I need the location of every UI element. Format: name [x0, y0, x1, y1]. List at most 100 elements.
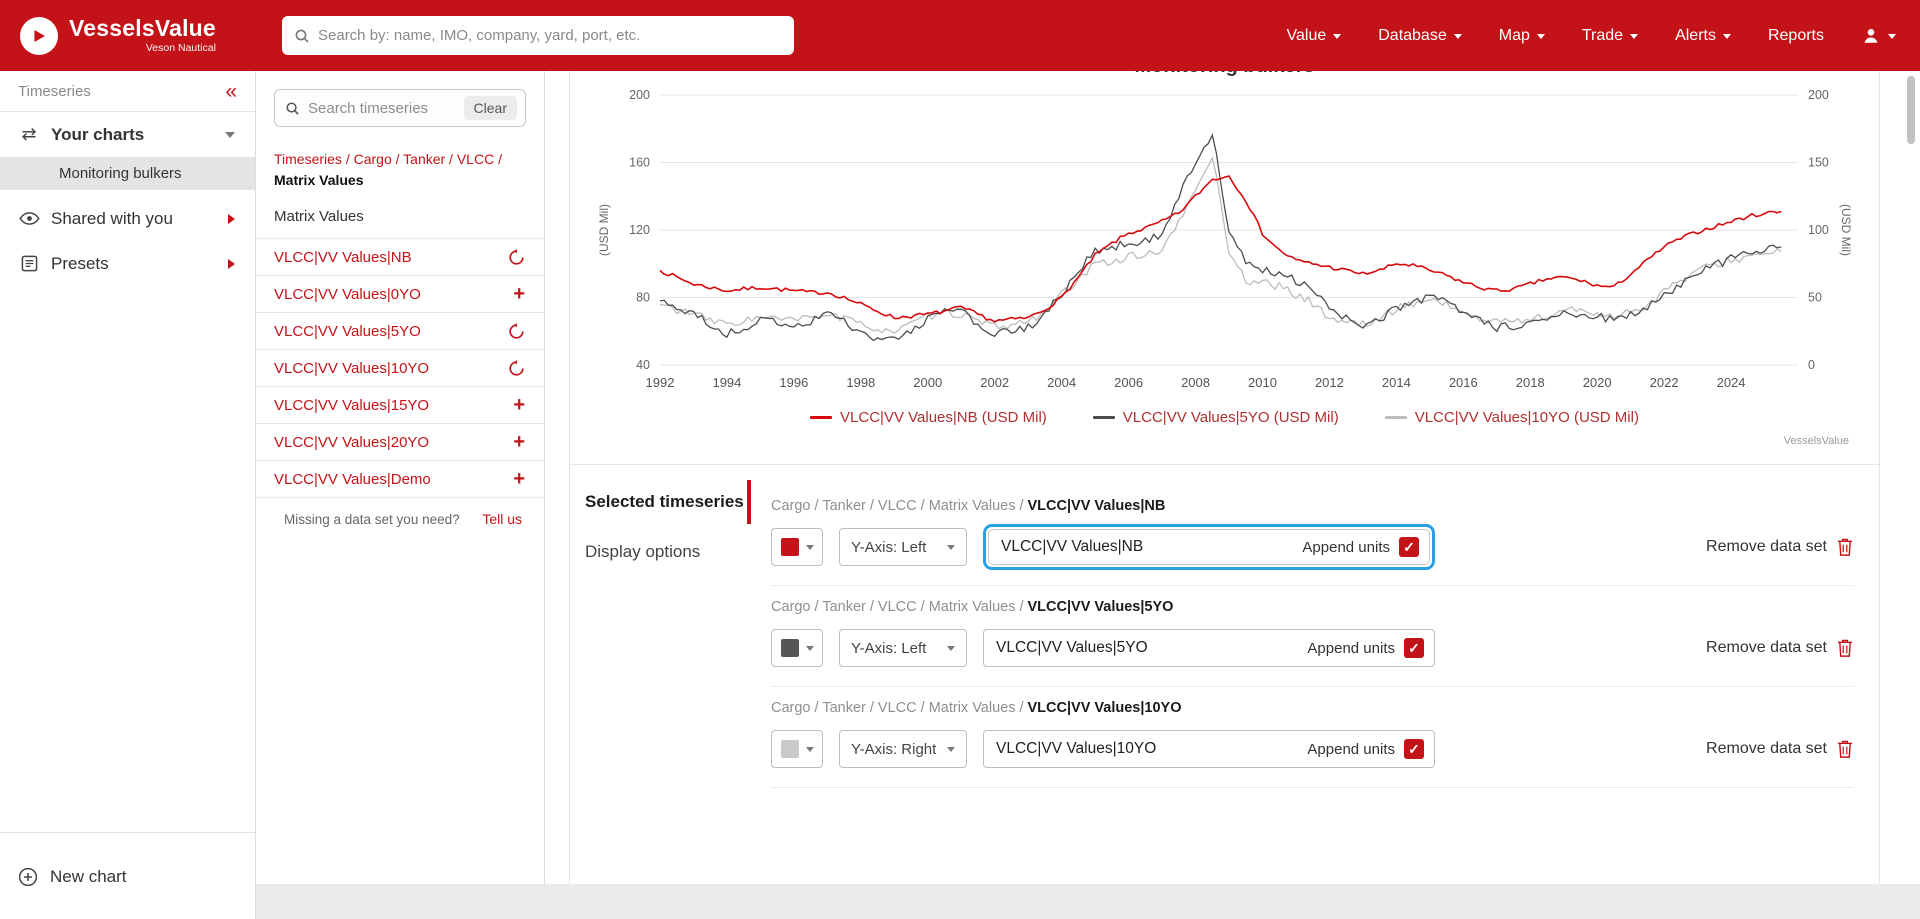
dataset-name-input[interactable]	[984, 639, 1308, 657]
undo-icon[interactable]	[508, 359, 525, 377]
vesselsvalue-logo-icon	[20, 16, 58, 55]
chevron-down-icon	[947, 544, 955, 550]
chevron-down-icon	[1722, 34, 1731, 39]
check-icon: ✓	[1403, 538, 1415, 555]
tell-us-link[interactable]: Tell us	[482, 511, 522, 527]
collapse-sidebar-icon[interactable]: «	[225, 81, 237, 102]
svg-text:1998: 1998	[846, 375, 875, 390]
append-units-checkbox[interactable]: ✓	[1404, 739, 1424, 759]
dataset-name-input[interactable]	[989, 538, 1303, 556]
user-menu[interactable]	[1861, 26, 1896, 46]
eye-icon	[18, 212, 40, 225]
legend-item[interactable]: VLCC|VV Values|5YO (USD Mil)	[1092, 409, 1339, 426]
remove-dataset-button[interactable]: Remove data set	[1706, 638, 1854, 658]
swap-arrows-icon: ⇄	[21, 124, 37, 144]
svg-text:160: 160	[629, 156, 650, 170]
svg-text:50: 50	[1808, 291, 1822, 305]
tab-display-options[interactable]: Display options	[570, 527, 751, 577]
sidebar-item-shared-with-you[interactable]: Shared with you	[0, 196, 255, 241]
nav-item-trade[interactable]: Trade	[1582, 27, 1639, 45]
color-select[interactable]	[771, 629, 823, 667]
undo-icon[interactable]	[508, 322, 525, 340]
focused-input-ring: Append units ✓	[983, 524, 1435, 570]
breadcrumb-trail[interactable]: Timeseries / Cargo / Tanker / VLCC /	[274, 151, 502, 167]
legend-item[interactable]: VLCC|VV Values|NB (USD Mil)	[810, 409, 1047, 426]
svg-text:(USD Mil): (USD Mil)	[1839, 204, 1853, 256]
timeseries-item[interactable]: VLCC|VV Values|5YO +	[256, 313, 544, 350]
undo-icon[interactable]	[508, 248, 525, 266]
append-units-label: Append units	[1302, 538, 1390, 556]
user-icon	[1864, 28, 1878, 43]
legend-item[interactable]: VLCC|VV Values|10YO (USD Mil)	[1384, 409, 1639, 426]
trash-icon	[1837, 639, 1853, 657]
presets-list-icon	[18, 255, 40, 272]
check-icon: ✓	[1408, 740, 1420, 757]
svg-text:2020: 2020	[1583, 375, 1612, 390]
nav-item-reports[interactable]: Reports	[1768, 27, 1824, 45]
global-search-input[interactable]	[318, 27, 782, 44]
timeseries-item[interactable]: VLCC|VV Values|0YO +	[256, 276, 544, 313]
add-icon[interactable]: +	[513, 469, 525, 489]
active-tab-indicator	[747, 480, 751, 524]
dataset-name-input[interactable]	[984, 740, 1308, 758]
add-icon[interactable]: +	[513, 432, 525, 452]
new-chart-button[interactable]: New chart	[0, 851, 255, 903]
append-units-checkbox[interactable]: ✓	[1404, 638, 1424, 658]
missing-data-prompt: Missing a data set you need?	[284, 511, 460, 527]
sidebar-item-your-charts[interactable]: ⇄ Your charts	[0, 112, 255, 157]
chevron-down-icon	[225, 131, 235, 138]
chart-card: Monitoring bulkers 408012016020005010015…	[569, 71, 1880, 884]
svg-text:2024: 2024	[1717, 375, 1746, 390]
svg-text:2018: 2018	[1516, 375, 1545, 390]
clear-search-button[interactable]: Clear	[463, 96, 517, 120]
timeseries-item[interactable]: VLCC|VV Values|NB +	[256, 239, 544, 276]
y-axis-select[interactable]: Y-Axis: Left	[839, 629, 967, 667]
add-icon[interactable]: +	[513, 284, 525, 304]
search-icon	[295, 29, 309, 43]
legend-swatch	[810, 416, 833, 419]
svg-text:200: 200	[1808, 88, 1829, 102]
legend-swatch	[1092, 416, 1115, 419]
trash-icon	[1837, 740, 1853, 758]
timeseries-search-input[interactable]	[308, 99, 464, 117]
dataset-breadcrumb: Cargo / Tanker / VLCC / Matrix Values / V…	[771, 700, 1182, 716]
svg-text:2000: 2000	[913, 375, 942, 390]
sidebar-item-monitoring-bulkers[interactable]: Monitoring bulkers	[0, 157, 255, 190]
chevron-down-icon	[1453, 34, 1462, 39]
append-units-checkbox[interactable]: ✓	[1399, 537, 1419, 557]
chevron-down-icon	[947, 746, 955, 752]
color-swatch	[780, 538, 799, 556]
remove-dataset-button[interactable]: Remove data set	[1706, 739, 1854, 759]
nav-item-map[interactable]: Map	[1499, 27, 1545, 45]
nav-item-value[interactable]: Value	[1287, 27, 1342, 45]
svg-text:2012: 2012	[1315, 375, 1344, 390]
search-icon	[286, 101, 299, 115]
color-swatch	[780, 740, 799, 758]
timeseries-item[interactable]: VLCC|VV Values|15YO +	[256, 387, 544, 424]
sidebar-item-presets[interactable]: Presets	[0, 241, 255, 286]
color-select[interactable]	[771, 730, 823, 768]
add-icon[interactable]: +	[513, 395, 525, 415]
remove-dataset-button[interactable]: Remove data set	[1706, 537, 1854, 557]
brand-logo[interactable]: VesselsValue Veson Nautical	[20, 16, 216, 55]
svg-text:2016: 2016	[1449, 375, 1478, 390]
tab-selected-timeseries[interactable]: Selected timeseries	[570, 477, 751, 527]
nav-item-database[interactable]: Database	[1378, 27, 1462, 45]
svg-text:2008: 2008	[1181, 375, 1210, 390]
y-axis-select[interactable]: Y-Axis: Right	[839, 730, 967, 768]
nav-item-alerts[interactable]: Alerts	[1675, 27, 1731, 45]
svg-text:1996: 1996	[779, 375, 808, 390]
timeseries-chart: 40801201602000501001502001992 1994 1996 199…	[597, 88, 1853, 390]
svg-text:200: 200	[629, 88, 650, 102]
legend-label: VLCC|VV Values|NB (USD Mil)	[840, 409, 1047, 426]
chevron-down-icon	[805, 645, 814, 651]
svg-text:1992: 1992	[646, 375, 675, 390]
dataset-settings: Selected timeseries Display options Carg…	[570, 465, 1879, 788]
color-select[interactable]	[771, 528, 823, 566]
timeseries-item[interactable]: VLCC|VV Values|20YO +	[256, 424, 544, 461]
legend-label: VLCC|VV Values|5YO (USD Mil)	[1122, 409, 1339, 426]
timeseries-item[interactable]: VLCC|VV Values|Demo +	[256, 461, 544, 498]
y-axis-select[interactable]: Y-Axis: Left	[839, 528, 967, 566]
timeseries-item[interactable]: VLCC|VV Values|10YO +	[256, 350, 544, 387]
scrollbar-thumb[interactable]	[1907, 76, 1915, 144]
